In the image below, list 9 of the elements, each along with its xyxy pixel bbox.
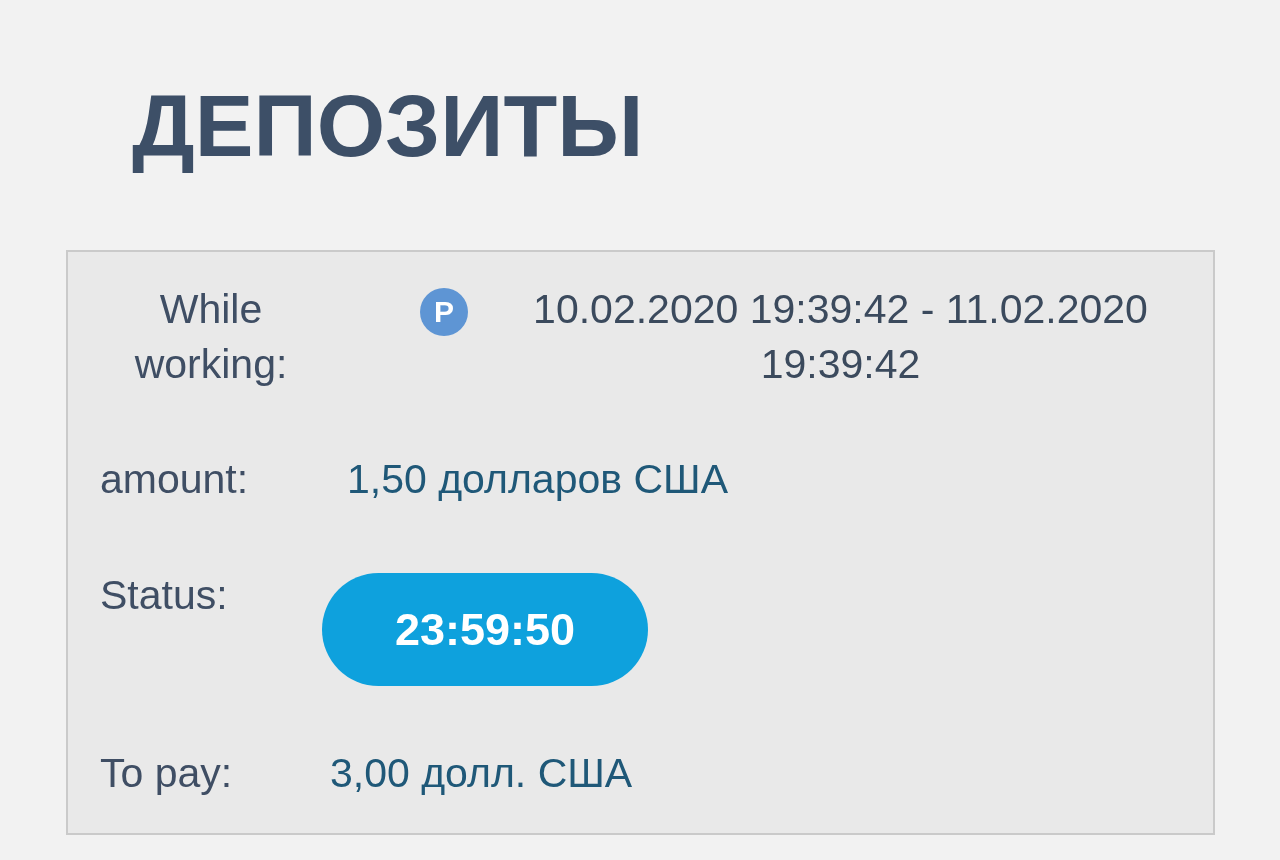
to-pay-value: 3,00 долл. США [330,749,633,798]
countdown-timer: 23:59:50 [322,573,648,686]
amount-value: 1,50 долларов США [347,455,728,504]
payment-system-badge: P [420,288,468,336]
amount-label: amount: [100,455,250,504]
to-pay-label: To pay: [100,749,234,798]
date-range: 10.02.2020 19:39:42 - 11.02.2020 19:39:42 [532,285,1149,389]
status-label: Status: [100,571,229,620]
period-label: While working: [133,285,289,389]
